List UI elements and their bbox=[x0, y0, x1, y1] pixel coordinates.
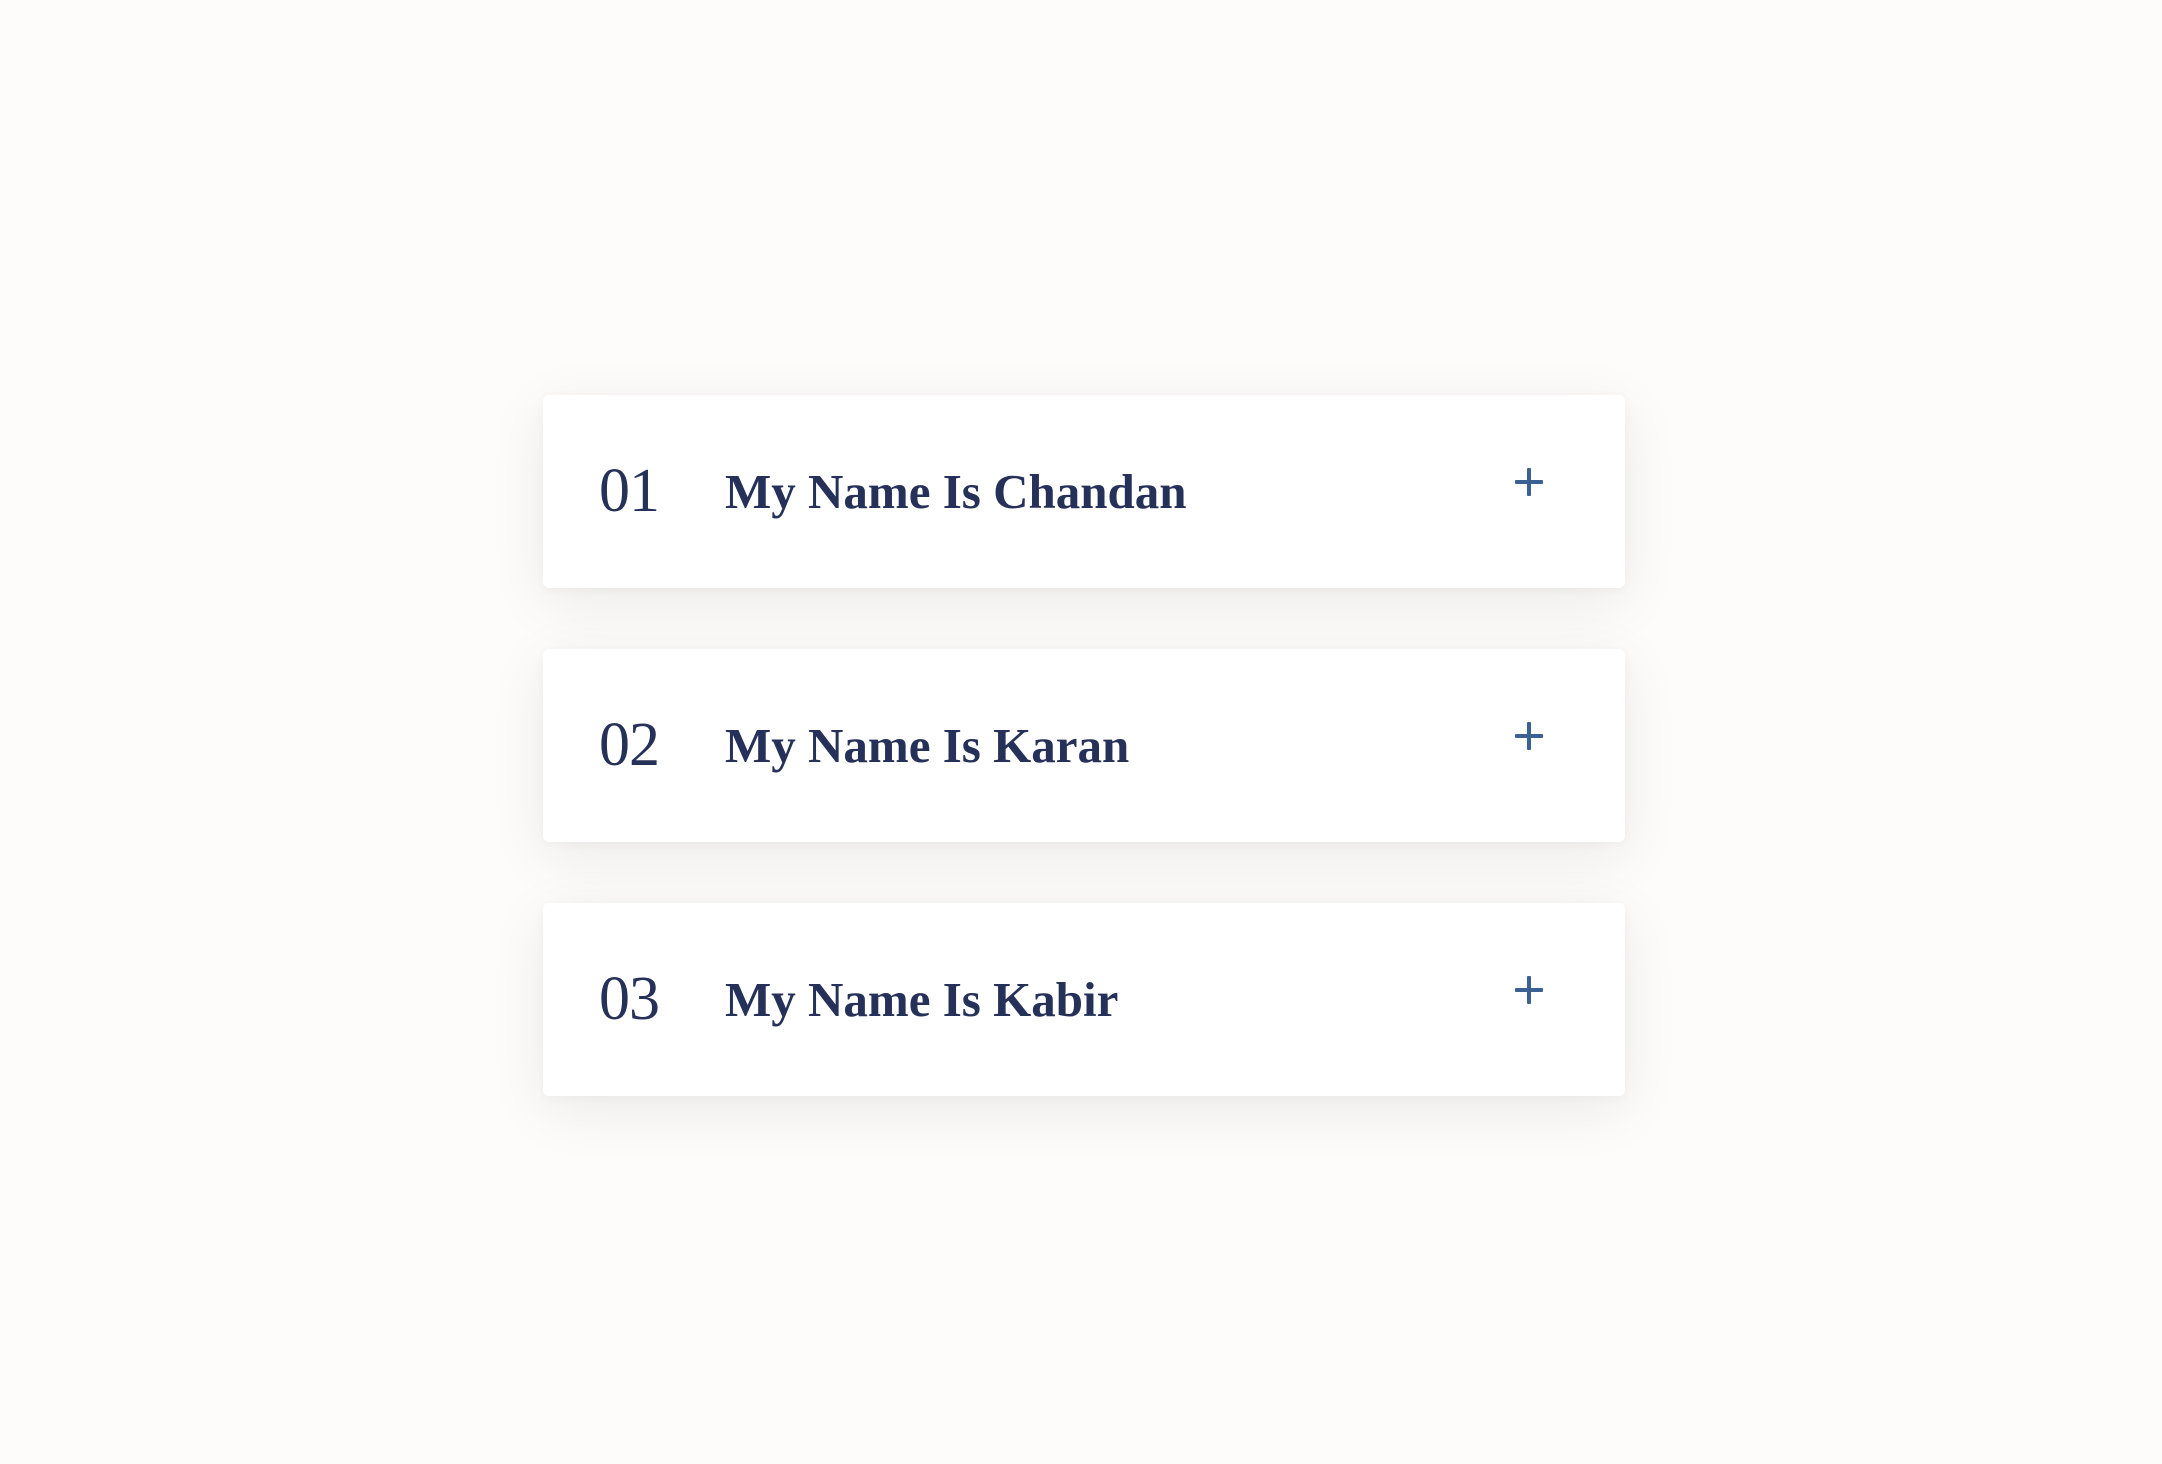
accordion-item-title: My Name Is Chandan bbox=[725, 464, 1187, 519]
accordion-item-title: My Name Is Karan bbox=[725, 718, 1130, 773]
accordion: 01 My Name Is Chandan 02 My Name Is Kara… bbox=[543, 395, 1625, 1096]
accordion-item-karan[interactable]: 02 My Name Is Karan bbox=[543, 649, 1625, 842]
accordion-item-chandan[interactable]: 01 My Name Is Chandan bbox=[543, 395, 1625, 588]
accordion-item-title: My Name Is Kabir bbox=[725, 972, 1119, 1027]
plus-icon[interactable] bbox=[1515, 719, 1549, 753]
accordion-item-number: 03 bbox=[599, 965, 660, 1033]
plus-icon[interactable] bbox=[1515, 465, 1549, 499]
accordion-item-kabir[interactable]: 03 My Name Is Kabir bbox=[543, 903, 1625, 1096]
accordion-item-number: 02 bbox=[599, 711, 660, 779]
plus-icon[interactable] bbox=[1515, 973, 1549, 1007]
accordion-item-number: 01 bbox=[599, 457, 660, 525]
